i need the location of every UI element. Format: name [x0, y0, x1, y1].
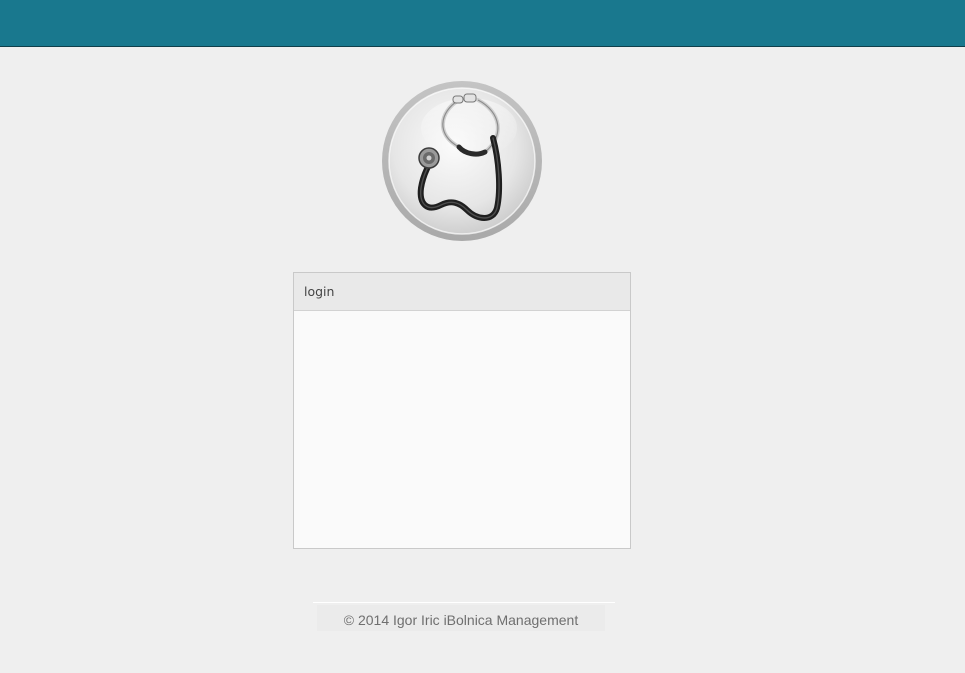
stethoscope-logo	[381, 80, 543, 242]
login-panel-header: login	[294, 273, 630, 311]
login-panel-body	[294, 311, 630, 548]
login-panel-title: login	[304, 284, 335, 299]
login-panel: login	[293, 272, 631, 549]
copyright-text: © 2014 Igor Iric iBolnica Management	[343, 612, 579, 628]
top-bar	[0, 0, 965, 47]
footer-divider	[313, 602, 615, 603]
stethoscope-icon	[382, 81, 542, 241]
footer: © 2014 Igor Iric iBolnica Management	[317, 605, 605, 631]
